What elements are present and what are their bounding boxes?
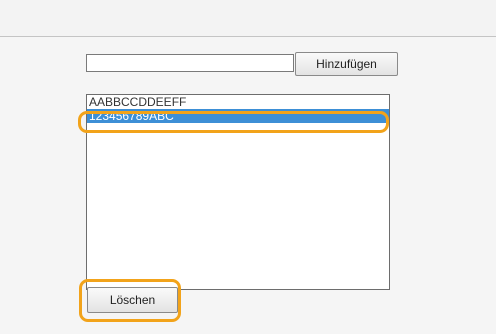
add-button[interactable]: Hinzufügen <box>295 52 398 76</box>
top-bar <box>0 0 496 36</box>
list-item-selected[interactable]: 123456789ABC <box>87 109 389 123</box>
text-input[interactable] <box>86 54 294 72</box>
delete-button[interactable]: Löschen <box>87 287 178 313</box>
list-item[interactable]: AABBCCDDEEFF <box>87 95 389 109</box>
entry-listbox[interactable]: AABBCCDDEEFF 123456789ABC <box>86 94 390 290</box>
